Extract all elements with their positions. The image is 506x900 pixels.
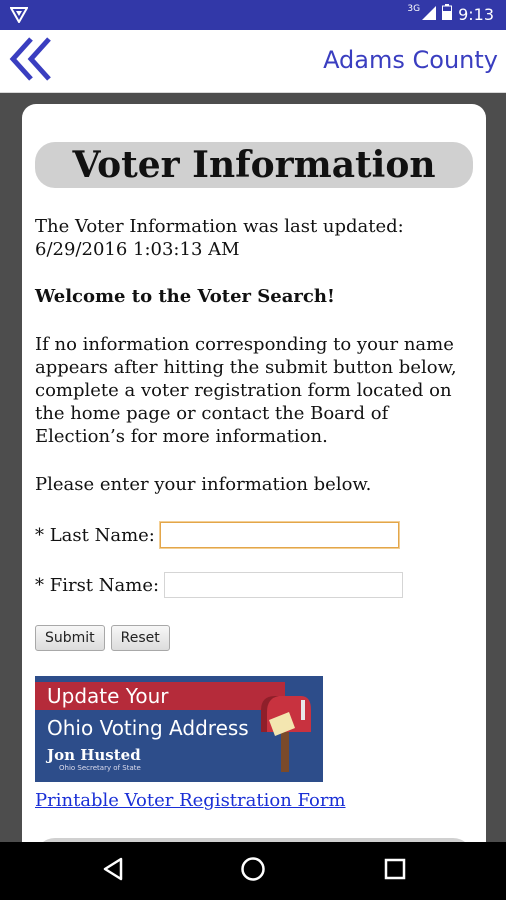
welcome-heading: Welcome to the Voter Search!: [35, 286, 335, 307]
last-name-row: * Last Name:: [35, 522, 475, 548]
system-navigation-bar: [0, 842, 506, 900]
mailbox-icon: [255, 690, 315, 780]
update-address-banner-ad[interactable]: Update Your Ohio Voting Address Jon Hust…: [35, 676, 323, 782]
recents-square-icon: [384, 858, 406, 884]
first-name-input[interactable]: [164, 572, 404, 598]
ad-line-4: Ohio Secretary of State: [59, 764, 141, 772]
content-area[interactable]: Voter Information The Voter Information …: [0, 93, 506, 842]
status-bar: 3G 9:13: [0, 0, 506, 30]
instructions-text: If no information corresponding to your …: [35, 334, 457, 447]
last-name-label: * Last Name:: [35, 524, 155, 546]
first-name-row: * First Name:: [35, 572, 475, 598]
nav-home-button[interactable]: [238, 856, 268, 886]
double-chevron-left-icon: [9, 36, 53, 86]
card-body: Voter Information The Voter Information …: [35, 142, 475, 811]
last-updated-label: The Voter Information was last updated:: [35, 216, 404, 237]
nav-back-button[interactable]: [98, 856, 128, 886]
ad-line-2: Ohio Voting Address: [47, 716, 249, 740]
home-circle-icon: [240, 856, 266, 886]
printable-registration-form-link[interactable]: Printable Voter Registration Form: [35, 790, 346, 811]
first-name-label: * First Name:: [35, 574, 160, 596]
form-buttons: Submit Reset: [35, 625, 475, 651]
voter-info-card: Voter Information The Voter Information …: [22, 104, 486, 842]
signal-icon: [422, 5, 437, 24]
back-triangle-icon: [102, 857, 124, 885]
submit-button[interactable]: Submit: [35, 625, 105, 651]
clock: 9:13: [458, 4, 494, 24]
ad-line-1: Update Your: [47, 684, 169, 708]
last-updated-text: The Voter Information was last updated: …: [35, 215, 475, 261]
app-title: Adams County: [323, 46, 498, 74]
battery-icon: [442, 4, 453, 24]
ad-line-3: Jon Husted: [47, 746, 141, 764]
network-type: 3G: [407, 4, 421, 14]
last-name-input[interactable]: [159, 522, 399, 548]
page-title: Voter Information: [35, 142, 473, 188]
last-updated-timestamp: 6/29/2016 1:03:13 AM: [35, 239, 240, 260]
notification-triangle-icon: [9, 7, 29, 27]
nav-recents-button[interactable]: [380, 856, 410, 886]
reset-button[interactable]: Reset: [110, 625, 170, 651]
back-button[interactable]: [6, 36, 56, 86]
app-bar: Adams County: [0, 30, 506, 93]
enter-info-text: Please enter your information below.: [35, 474, 372, 495]
